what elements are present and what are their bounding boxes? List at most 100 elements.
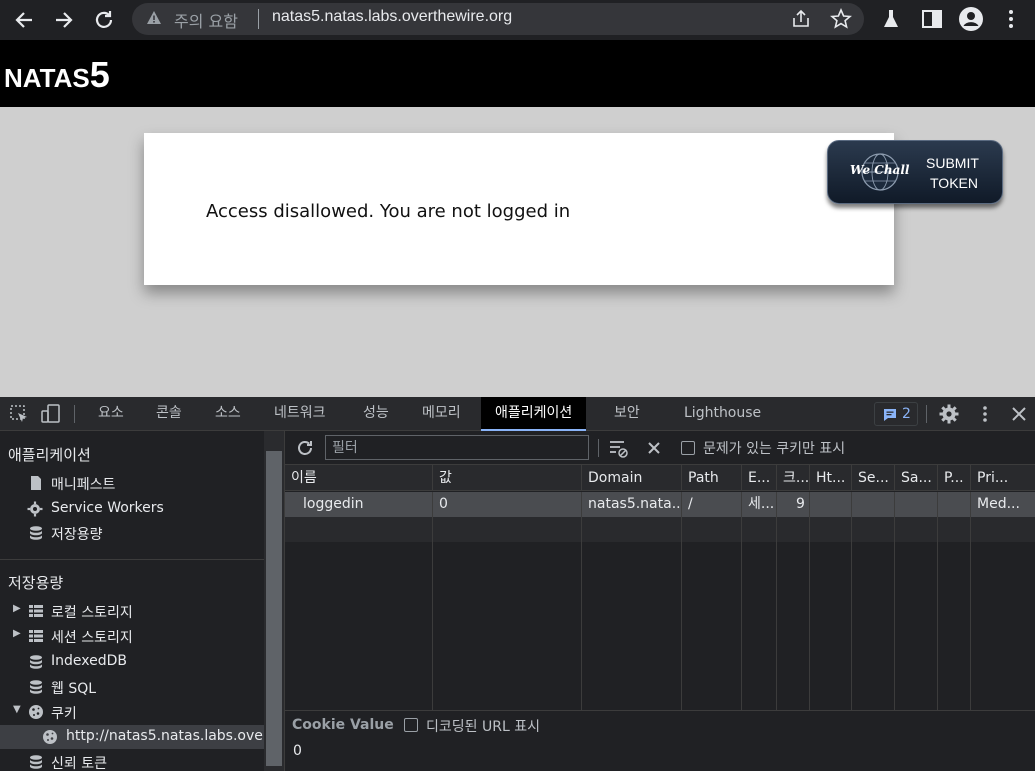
column-header-name[interactable]: 이름 (285, 465, 433, 491)
column-header-secure[interactable]: Se... (852, 465, 895, 491)
security-status[interactable]: 주의 요함 (174, 8, 238, 32)
sidebar-item-label: 저장용량 (51, 527, 103, 543)
inspect-element-icon[interactable] (8, 403, 30, 425)
sidebar-item-cookies[interactable]: ▼ 쿠키 (0, 700, 264, 724)
database-icon (30, 655, 42, 669)
tab-memory[interactable]: 메모리 (408, 397, 475, 431)
column-header-size[interactable]: 크... (777, 465, 810, 491)
column-header-value[interactable]: 값 (433, 465, 582, 491)
sidebar-item-label: 쿠키 (51, 706, 77, 722)
sidebar-item-storage[interactable]: 저장용량 (0, 521, 264, 545)
clear-filtered-cookies-icon[interactable] (607, 437, 629, 459)
cookie-path-cell[interactable]: / (682, 492, 742, 517)
cookie-expires-cell[interactable]: 세... (742, 492, 777, 517)
sidebar-item-trust-tokens[interactable]: 신뢰 토큰 (0, 750, 264, 771)
cookie-icon (29, 705, 43, 719)
site-header: NATAS5 (0, 40, 1035, 107)
cookie-samesite-cell[interactable] (895, 492, 938, 517)
wechall-logo-text: We Chall (850, 163, 910, 177)
cookie-name-cell[interactable]: loggedin (297, 492, 433, 517)
tab-security[interactable]: 보안 (600, 397, 654, 431)
url-text[interactable]: natas5.natas.labs.overthewire.org (272, 8, 512, 26)
scrollbar-thumb[interactable] (266, 451, 282, 766)
sidebar-item-web-sql[interactable]: 웹 SQL (0, 675, 264, 699)
column-header-httponly[interactable]: Ht... (810, 465, 852, 491)
cookie-domain-cell[interactable]: natas5.nata... (582, 492, 682, 517)
tab-lighthouse[interactable]: Lighthouse (670, 397, 775, 431)
message-icon (884, 409, 896, 421)
sidebar-item-service-workers[interactable]: Service Workers (0, 497, 264, 521)
sidebar-divider (0, 559, 264, 560)
tab-console[interactable]: 콘솔 (142, 397, 196, 431)
close-devtools-icon[interactable] (1008, 403, 1030, 425)
tab-network[interactable]: 네트워크 (260, 397, 340, 431)
sidebar-item-session-storage[interactable]: ▶ 세션 스토리지 (0, 624, 264, 648)
only-issues-label: 문제가 있는 쿠키만 표시 (703, 441, 846, 457)
column-header-path[interactable]: Path (682, 465, 742, 491)
wechall-submit-token-button[interactable]: We Chall SUBMIT TOKEN (827, 140, 1003, 204)
tab-elements[interactable]: 요소 (84, 397, 138, 431)
sidebar-item-label: http://natas5.natas.labs.overthewire.org (66, 728, 264, 744)
application-sidebar: 애플리케이션 매니페스트 Service Workers 저장용량 저장용량 ▶… (0, 431, 285, 771)
tab-performance[interactable]: 성능 (349, 397, 403, 431)
browser-menu-icon[interactable] (998, 6, 1024, 32)
gear-icon (27, 501, 43, 517)
cookie-size-cell[interactable]: 9 (790, 492, 810, 517)
sidebar-item-local-storage[interactable]: ▶ 로컬 스토리지 (0, 599, 264, 623)
table-header: 이름 값 Domain Path E... 크... Ht... Se... S… (285, 465, 1035, 491)
cookie-httponly-cell[interactable] (810, 492, 852, 517)
column-header-partition[interactable]: P... (938, 465, 971, 491)
refresh-icon[interactable] (294, 437, 316, 459)
column-divider (809, 492, 810, 710)
address-bar[interactable]: 주의 요함 natas5.natas.labs.overthewire.org (132, 3, 864, 35)
collapse-arrow-icon[interactable]: ▼ (13, 704, 21, 715)
column-divider (937, 492, 938, 710)
column-header-expires[interactable]: E... (742, 465, 777, 491)
wechall-submit-label: SUBMIT (926, 155, 979, 171)
settings-gear-icon[interactable] (938, 403, 960, 425)
devtools-menu-icon[interactable] (974, 403, 996, 425)
tab-application[interactable]: 애플리케이션 (481, 397, 587, 431)
sidebar-item-label: 웹 SQL (51, 681, 97, 697)
column-header-samesite[interactable]: Sa... (895, 465, 938, 491)
cookie-value-text[interactable]: 0 (293, 743, 302, 759)
column-divider (970, 492, 971, 710)
sidebar-scrollbar[interactable] (264, 431, 284, 771)
sidebar-item-cookie-origin[interactable]: http://natas5.natas.labs.overthewire.org (0, 725, 264, 749)
labs-flask-icon[interactable] (878, 6, 904, 32)
expand-arrow-icon[interactable]: ▶ (13, 603, 21, 614)
sidebar-item-manifest[interactable]: 매니페스트 (0, 471, 264, 495)
device-toolbar-icon[interactable] (40, 403, 62, 425)
sidebar-item-indexeddb[interactable]: IndexedDB (0, 650, 264, 674)
cookie-value-cell[interactable]: 0 (433, 492, 582, 517)
cookie-priority-cell[interactable]: Med... (971, 492, 1035, 517)
back-button[interactable] (10, 6, 38, 34)
side-panel-icon[interactable] (919, 6, 945, 32)
expand-arrow-icon[interactable]: ▶ (13, 628, 21, 639)
bookmark-star-icon[interactable] (830, 7, 852, 30)
issues-count: 2 (902, 406, 911, 422)
filter-input[interactable] (325, 435, 589, 460)
share-icon[interactable] (790, 8, 812, 30)
forward-button[interactable] (50, 6, 78, 34)
table-row[interactable]: loggedin 0 natas5.nata... / 세... 9 Med..… (285, 492, 1035, 517)
sidebar-item-label: 신뢰 토큰 (51, 756, 107, 771)
decode-url-checkbox[interactable] (404, 718, 418, 732)
issues-badge[interactable]: 2 (874, 402, 918, 426)
reload-icon (95, 11, 113, 28)
column-header-priority[interactable]: Pri... (971, 465, 1035, 491)
cookies-table: 이름 값 Domain Path E... 크... Ht... Se... S… (285, 465, 1035, 710)
cookie-partition-cell[interactable] (938, 492, 971, 517)
cookies-toolbar: 문제가 있는 쿠키만 표시 (285, 431, 1035, 465)
clear-all-icon[interactable] (643, 437, 665, 459)
column-header-domain[interactable]: Domain (582, 465, 682, 491)
sidebar-item-label: 세션 스토리지 (51, 630, 133, 646)
only-issues-checkbox[interactable] (681, 441, 695, 455)
sidebar-section-application: 애플리케이션 (8, 446, 91, 464)
reload-button[interactable] (90, 6, 118, 34)
tab-sources[interactable]: 소스 (201, 397, 255, 431)
profile-avatar-icon[interactable] (958, 6, 984, 32)
empty-row (285, 517, 1035, 542)
cookie-secure-cell[interactable] (852, 492, 895, 517)
column-divider (894, 492, 895, 710)
